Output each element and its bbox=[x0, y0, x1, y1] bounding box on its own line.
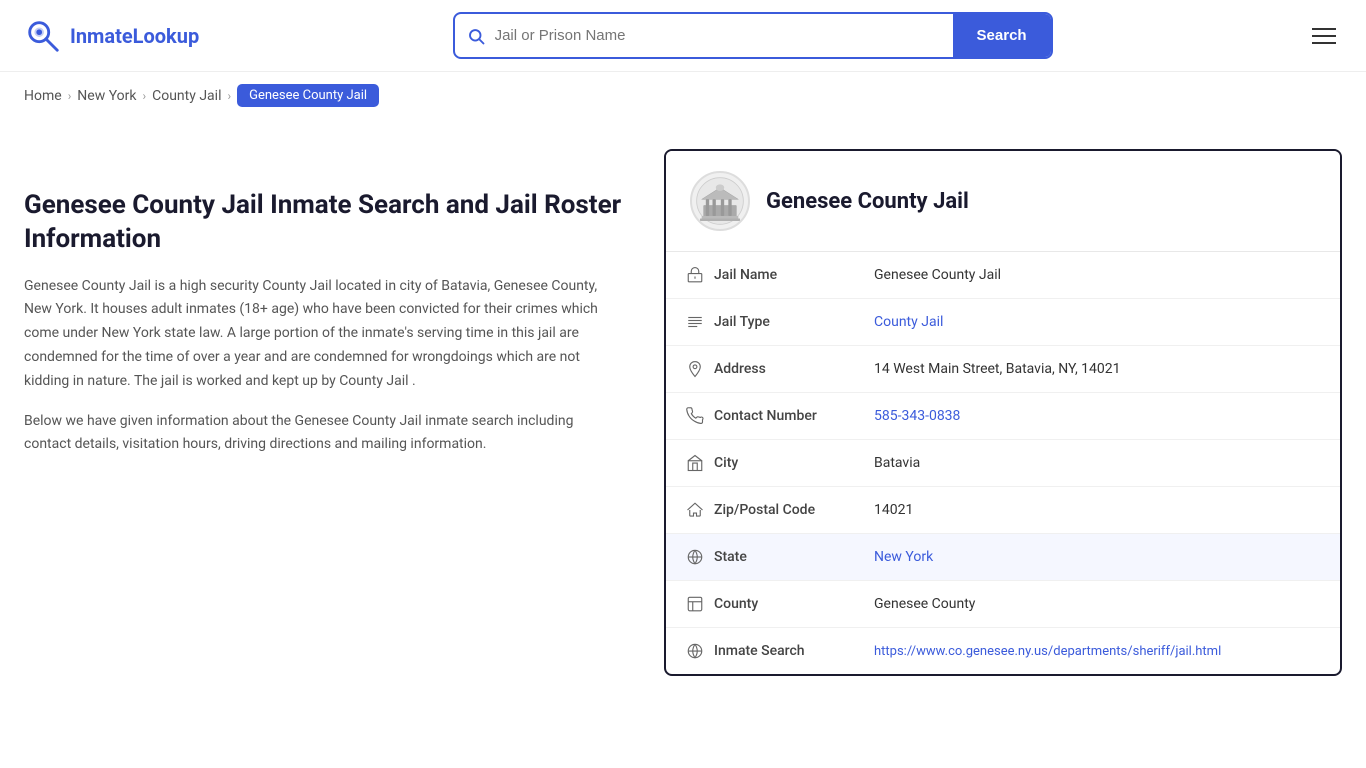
zip-icon bbox=[686, 501, 714, 519]
city-value: Batavia bbox=[874, 455, 1320, 471]
hamburger-line-3 bbox=[1312, 42, 1336, 44]
address-icon bbox=[686, 360, 714, 378]
page-title: Genesee County Jail Inmate Search and Ja… bbox=[24, 189, 624, 257]
inmate-search-icon bbox=[686, 642, 714, 660]
card-header: Genesee County Jail bbox=[666, 151, 1340, 252]
site-logo[interactable]: InmateLookup bbox=[24, 17, 199, 55]
search-wrapper: Search bbox=[453, 12, 1053, 59]
jail-type-link[interactable]: County Jail bbox=[874, 314, 943, 330]
breadcrumb-category[interactable]: County Jail bbox=[152, 88, 221, 104]
city-icon bbox=[686, 454, 714, 472]
jail-avatar bbox=[690, 171, 750, 231]
row-county: County Genesee County bbox=[666, 581, 1340, 628]
contact-value: 585-343-0838 bbox=[874, 408, 1320, 424]
logo-text: InmateLookup bbox=[70, 24, 199, 48]
hamburger-line-2 bbox=[1312, 35, 1336, 37]
chevron-icon-1: › bbox=[68, 89, 72, 103]
breadcrumb-current: Genesee County Jail bbox=[237, 84, 379, 107]
search-input[interactable] bbox=[495, 15, 953, 56]
main-content: Genesee County Jail Inmate Search and Ja… bbox=[0, 119, 1366, 736]
left-column: Genesee County Jail Inmate Search and Ja… bbox=[24, 149, 664, 473]
contact-label: Contact Number bbox=[714, 408, 874, 424]
state-link[interactable]: New York bbox=[874, 549, 933, 565]
jail-name-value: Genesee County Jail bbox=[874, 267, 1320, 283]
phone-icon bbox=[686, 407, 714, 425]
card-jail-name: Genesee County Jail bbox=[766, 189, 969, 214]
jail-icon bbox=[686, 266, 714, 284]
description-paragraph-2: Below we have given information about th… bbox=[24, 410, 624, 458]
search-icon bbox=[455, 27, 495, 45]
site-header: InmateLookup Search bbox=[0, 0, 1366, 72]
inmate-search-link[interactable]: https://www.co.genesee.ny.us/departments… bbox=[874, 644, 1221, 659]
search-button[interactable]: Search bbox=[953, 14, 1051, 57]
breadcrumb-home[interactable]: Home bbox=[24, 88, 62, 104]
county-icon bbox=[686, 595, 714, 613]
city-label: City bbox=[714, 455, 874, 471]
state-icon bbox=[686, 548, 714, 566]
description-paragraph-1: Genesee County Jail is a high security C… bbox=[24, 275, 624, 394]
right-column: Genesee County Jail Jail Name Genesee Co… bbox=[664, 149, 1342, 676]
state-value: New York bbox=[874, 549, 1320, 565]
row-jail-type: Jail Type County Jail bbox=[666, 299, 1340, 346]
hamburger-menu[interactable] bbox=[1306, 22, 1342, 50]
inmate-search-label: Inmate Search bbox=[714, 643, 874, 659]
logo-icon bbox=[24, 17, 62, 55]
inmate-search-value: https://www.co.genesee.ny.us/departments… bbox=[874, 643, 1320, 659]
info-table: Jail Name Genesee County Jail Jail Type bbox=[666, 252, 1340, 674]
county-value: Genesee County bbox=[874, 596, 1320, 612]
row-jail-name: Jail Name Genesee County Jail bbox=[666, 252, 1340, 299]
county-label: County bbox=[714, 596, 874, 612]
breadcrumb: Home › New York › County Jail › Genesee … bbox=[0, 72, 1366, 119]
jail-type-icon bbox=[686, 313, 714, 331]
state-label: State bbox=[714, 549, 874, 565]
row-state: State New York bbox=[666, 534, 1340, 581]
chevron-icon-3: › bbox=[227, 89, 231, 103]
address-value: 14 West Main Street, Batavia, NY, 14021 bbox=[874, 361, 1320, 377]
jail-type-value: County Jail bbox=[874, 314, 1320, 330]
row-city: City Batavia bbox=[666, 440, 1340, 487]
address-label: Address bbox=[714, 361, 874, 377]
contact-link[interactable]: 585-343-0838 bbox=[874, 408, 960, 424]
chevron-icon-2: › bbox=[143, 89, 147, 103]
row-inmate-search: Inmate Search https://www.co.genesee.ny.… bbox=[666, 628, 1340, 674]
jail-info-card: Genesee County Jail Jail Name Genesee Co… bbox=[664, 149, 1342, 676]
jail-name-label: Jail Name bbox=[714, 267, 874, 283]
search-area: Search bbox=[453, 12, 1053, 59]
row-zip: Zip/Postal Code 14021 bbox=[666, 487, 1340, 534]
row-contact: Contact Number 585-343-0838 bbox=[666, 393, 1340, 440]
row-address: Address 14 West Main Street, Batavia, NY… bbox=[666, 346, 1340, 393]
zip-value: 14021 bbox=[874, 502, 1320, 518]
zip-label: Zip/Postal Code bbox=[714, 502, 874, 518]
hamburger-line-1 bbox=[1312, 28, 1336, 30]
breadcrumb-state[interactable]: New York bbox=[77, 88, 136, 104]
jail-type-label: Jail Type bbox=[714, 314, 874, 330]
